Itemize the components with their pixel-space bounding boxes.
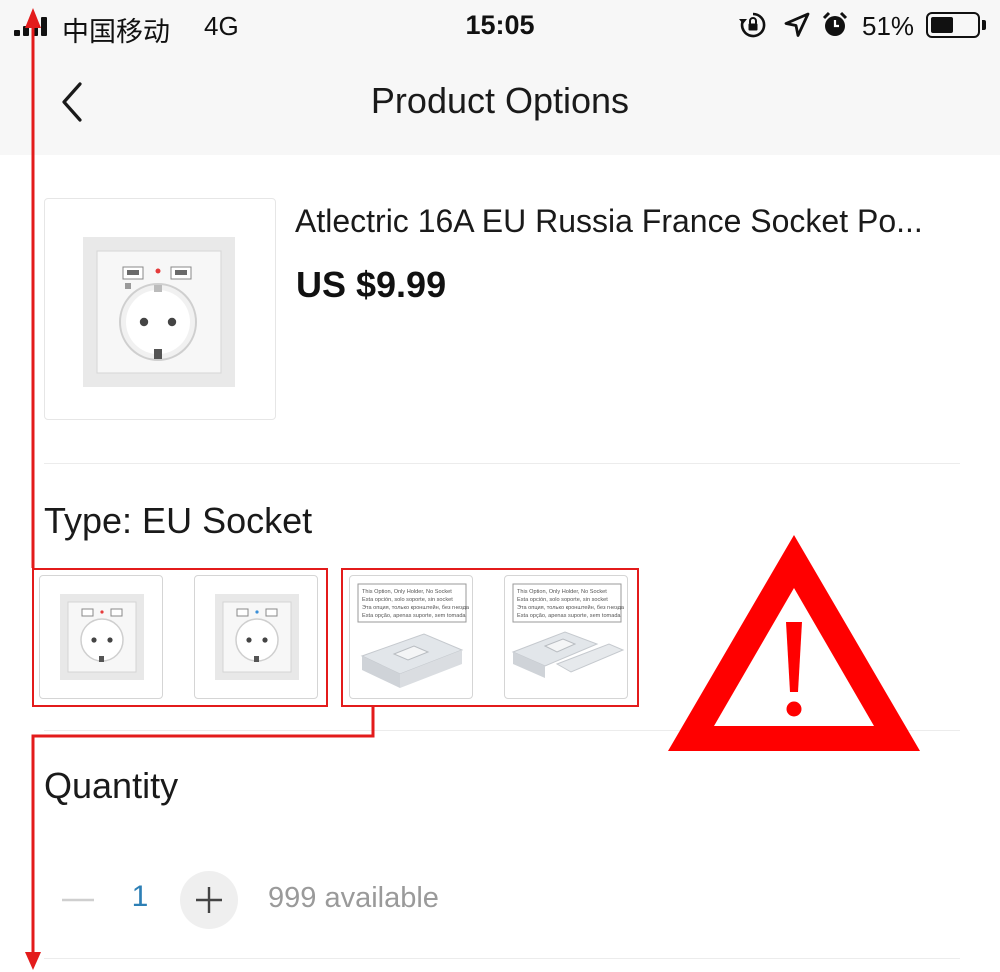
socket-image <box>83 237 235 387</box>
warning-icon <box>668 535 920 751</box>
option-holder-only-1[interactable]: This Option, Only Holder, No Socket Esta… <box>349 575 473 699</box>
rotation-lock-icon <box>739 12 766 38</box>
holder-notice-line-3: Эта опция, только кронштейн, без гнезда <box>517 604 625 611</box>
page-title: Product Options <box>370 80 630 121</box>
battery-tip <box>982 20 986 30</box>
alarm-icon <box>822 11 848 36</box>
product-title: Atlectric 16A EU Russia France Socket Po… <box>295 203 923 239</box>
option-holder-only-2[interactable]: This Option, Only Holder, No Socket Esta… <box>504 575 628 699</box>
plus-icon <box>196 887 222 913</box>
product-price: US $9.99 <box>296 264 447 305</box>
quantity-increase-button[interactable] <box>180 871 238 929</box>
nav-bar: Product Options <box>0 50 1000 155</box>
socket-image <box>215 594 299 680</box>
holder-image: This Option, Only Holder, No Socket Esta… <box>357 583 470 688</box>
location-arrow-icon <box>784 12 810 37</box>
quantity-decrease-button[interactable] <box>52 872 108 928</box>
annotation-arrow-head-down <box>25 952 41 970</box>
product-thumbnail[interactable] <box>44 198 276 420</box>
status-bar: 中国移动 4G 15:05 51% <box>0 0 1000 50</box>
socket-image <box>60 594 144 680</box>
quantity-label: Quantity <box>44 765 179 806</box>
battery-level-fill <box>931 17 953 33</box>
divider <box>44 730 960 731</box>
holder-notice-line-3: Эта опция, только кронштейн, без гнезда <box>362 604 470 611</box>
divider <box>44 463 960 464</box>
option-eu-socket-2[interactable] <box>194 575 318 699</box>
option-eu-socket-1[interactable] <box>39 575 163 699</box>
available-count: 999 available <box>268 882 439 914</box>
type-label: Type: EU Socket <box>44 500 313 541</box>
holder-image: This Option, Only Holder, No Socket Esta… <box>511 583 625 678</box>
holder-notice-line-4: Esta opção, apenas suporte, sem tomada <box>517 613 621 619</box>
holder-notice-line-1: This Option, Only Holder, No Socket <box>362 589 452 595</box>
divider <box>44 958 960 959</box>
holder-notice-line-1: This Option, Only Holder, No Socket <box>517 589 607 595</box>
battery-percent: 51% <box>862 11 915 41</box>
quantity-value[interactable]: 1 <box>118 880 162 914</box>
minus-icon <box>62 898 94 902</box>
holder-notice-line-2: Esta opción, solo soporte, sin socket <box>517 597 608 603</box>
holder-notice-line-2: Esta opción, solo soporte, sin socket <box>362 597 453 603</box>
holder-notice-line-4: Esta opção, apenas suporte, sem tomada <box>362 613 466 619</box>
battery-icon <box>926 12 980 38</box>
status-time: 15:05 <box>465 10 535 40</box>
